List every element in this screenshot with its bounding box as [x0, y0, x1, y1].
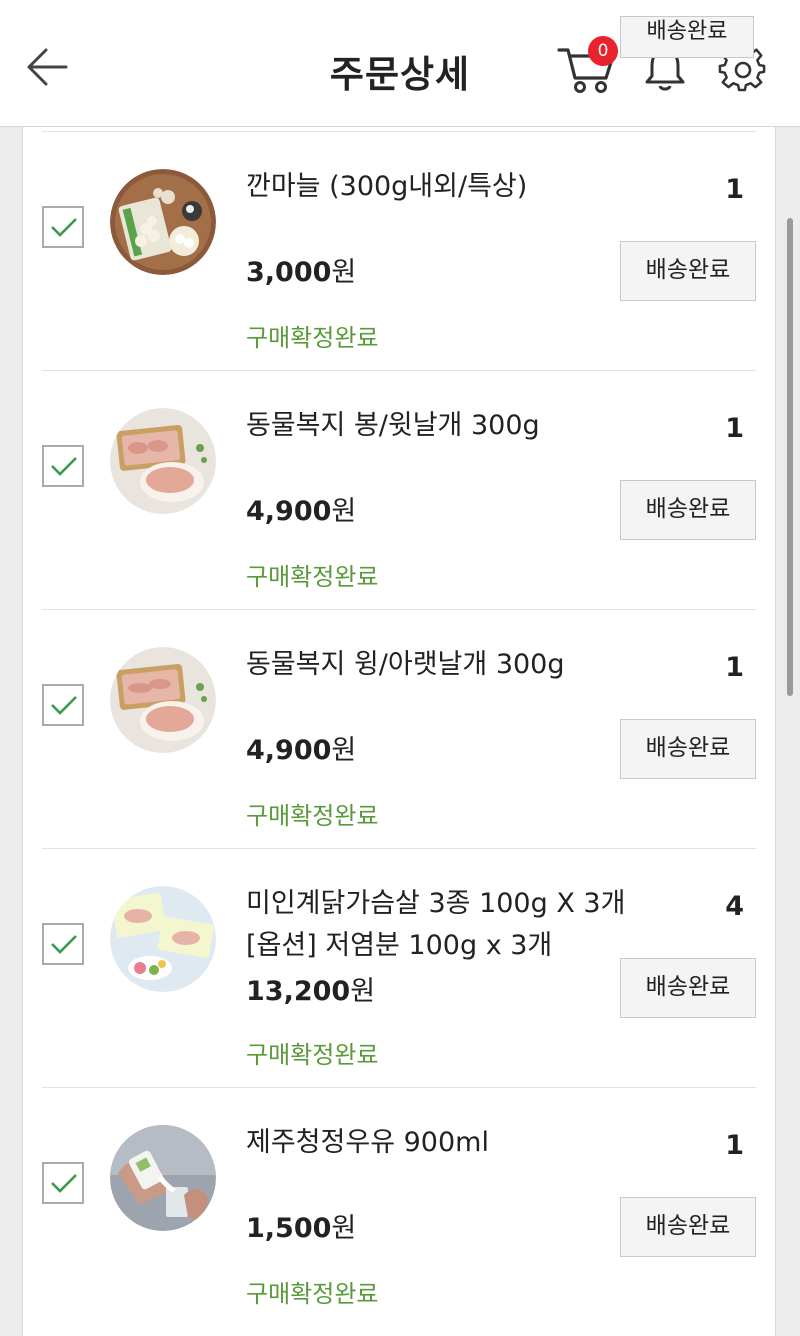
product-name[interactable]: 미인계닭가슴살 3종 100g X 3개 [옵션] 저염분 100g x 3개: [246, 883, 666, 967]
purchase-status: 구매확정완료: [246, 563, 379, 591]
item-checkbox[interactable]: [42, 923, 84, 965]
product-quantity: 4: [725, 891, 744, 922]
purchase-status: 구매확정완료: [246, 324, 379, 352]
purchase-status: 구매확정완료: [246, 1041, 379, 1069]
checkmark-icon: [51, 218, 77, 237]
product-name[interactable]: 제주청정우유 900ml: [246, 1122, 666, 1164]
delivery-status-button[interactable]: 배송완료: [620, 958, 756, 1018]
delivery-status-button[interactable]: 배송완료: [620, 241, 756, 301]
floating-status-tag: 배송완료: [620, 16, 754, 58]
checkmark-icon: [51, 1174, 77, 1193]
product-quantity: 1: [725, 413, 744, 444]
product-price: 13,200원: [246, 976, 376, 1007]
checkmark-icon: [51, 457, 77, 476]
order-item: 미인계닭가슴살 3종 100g X 3개 [옵션] 저염분 100g x 3개 …: [42, 848, 756, 1087]
order-item: 깐마늘 (300g내외/특상) 3,000원 구매확정완료 1 배송완료: [42, 131, 756, 370]
product-price: 1,500원: [246, 1213, 357, 1244]
product-image-chicken-breast[interactable]: [110, 886, 216, 992]
order-item: 제주청정우유 900ml 1,500원 구매확정완료 1 배송완료: [42, 1087, 756, 1326]
order-item: 동물복지 윙/아랫날개 300g 4,900원 구매확정완료 1 배송완료: [42, 609, 756, 848]
cart-count-badge: 0: [588, 36, 618, 66]
checkmark-icon: [51, 935, 77, 954]
product-price: 4,900원: [246, 735, 357, 766]
order-item: 동물복지 봉/윗날개 300g 4,900원 구매확정완료 1 배송완료: [42, 370, 756, 609]
product-price: 4,900원: [246, 496, 357, 527]
checkmark-icon: [51, 696, 77, 715]
item-checkbox[interactable]: [42, 684, 84, 726]
product-price: 3,000원: [246, 257, 357, 288]
item-checkbox[interactable]: [42, 445, 84, 487]
product-image-chicken-wings[interactable]: [110, 647, 216, 753]
product-quantity: 1: [725, 652, 744, 683]
product-quantity: 1: [725, 174, 744, 205]
purchase-status: 구매확정완료: [246, 802, 379, 830]
item-checkbox[interactable]: [42, 206, 84, 248]
product-name[interactable]: 깐마늘 (300g내외/특상): [246, 166, 666, 208]
product-name-main: 미인계닭가슴살 3종 100g X 3개: [246, 888, 626, 919]
delivery-status-button[interactable]: 배송완료: [620, 480, 756, 540]
product-image-garlic[interactable]: [110, 169, 216, 275]
item-checkbox[interactable]: [42, 1162, 84, 1204]
scrollbar-thumb[interactable]: [787, 218, 793, 696]
product-name[interactable]: 동물복지 봉/윗날개 300g: [246, 405, 666, 447]
delivery-status-button[interactable]: 배송완료: [620, 719, 756, 779]
product-option: [옵션] 저염분 100g x 3개: [246, 930, 553, 961]
product-image-chicken-wings[interactable]: [110, 408, 216, 514]
delivery-status-button[interactable]: 배송완료: [620, 1197, 756, 1257]
product-name[interactable]: 동물복지 윙/아랫날개 300g: [246, 644, 666, 686]
product-quantity: 1: [725, 1130, 744, 1161]
product-image-milk[interactable]: [110, 1125, 216, 1231]
purchase-status: 구매확정완료: [246, 1280, 379, 1308]
